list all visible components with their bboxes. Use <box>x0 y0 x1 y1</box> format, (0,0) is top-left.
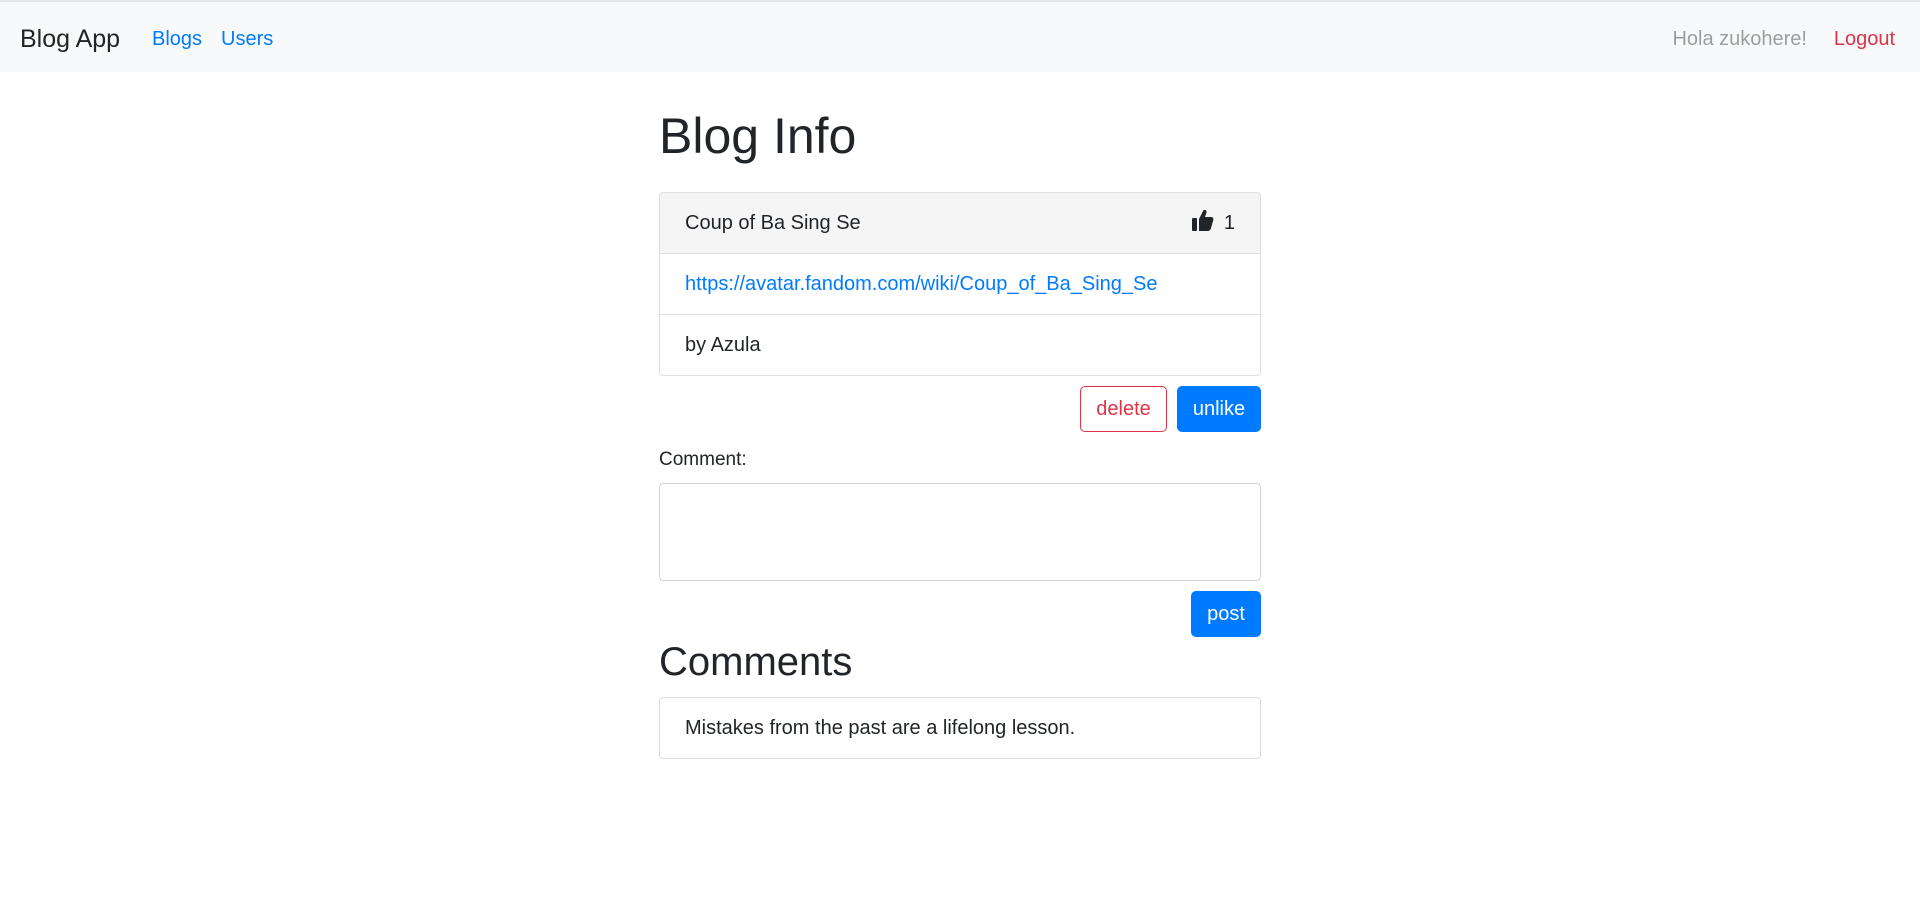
thumbs-up-icon <box>1191 208 1214 238</box>
post-button[interactable]: post <box>1191 591 1261 637</box>
navbar: Blog App Blogs Users Hola zukohere! Logo… <box>0 2 1920 72</box>
comments-heading: Comments <box>659 640 853 684</box>
blog-url-row: https://avatar.fandom.com/wiki/Coup_of_B… <box>660 253 1260 314</box>
blog-author-row: by Azula <box>660 314 1260 375</box>
page-title: Blog Info <box>659 108 857 164</box>
nav-link-users[interactable]: Users <box>221 27 273 51</box>
blog-title: Coup of Ba Sing Se <box>685 211 861 234</box>
brand-link[interactable]: Blog App <box>20 24 120 54</box>
blog-url-link[interactable]: https://avatar.fandom.com/wiki/Coup_of_B… <box>685 273 1158 296</box>
comment-label: Comment: <box>659 449 747 470</box>
user-greeting: Hola zukohere! <box>1672 28 1807 50</box>
delete-button[interactable]: delete <box>1080 386 1167 432</box>
blog-title-row: Coup of Ba Sing Se 1 <box>660 193 1260 253</box>
comments-list: Mistakes from the past are a lifelong le… <box>659 697 1261 759</box>
nav-link-blogs[interactable]: Blogs <box>152 27 202 51</box>
blog-author: by Azula <box>685 333 761 356</box>
blog-info-list: Coup of Ba Sing Se 1 https://avatar.fand… <box>659 192 1261 376</box>
comment-item: Mistakes from the past are a lifelong le… <box>685 716 1076 739</box>
logout-link[interactable]: Logout <box>1834 27 1895 51</box>
likes-indicator: 1 <box>1191 208 1235 238</box>
comment-input[interactable] <box>659 483 1261 581</box>
unlike-button[interactable]: unlike <box>1177 386 1261 432</box>
likes-count: 1 <box>1223 211 1235 234</box>
